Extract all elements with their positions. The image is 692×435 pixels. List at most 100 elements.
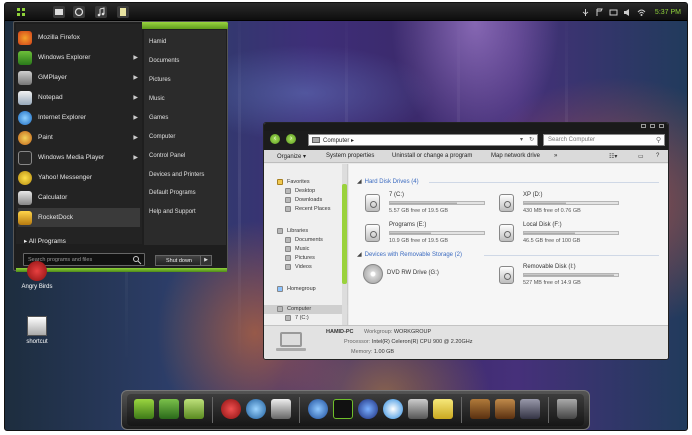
preview-pane-icon[interactable]: ▭ <box>638 153 644 160</box>
program-internet-explorer[interactable]: Internet Explorer ▶ <box>18 108 140 127</box>
globe-icon[interactable] <box>308 399 328 419</box>
address-dropdown-icon[interactable]: ▾ <box>520 136 523 143</box>
program-windows-media-player[interactable]: Windows Media Player ▶ <box>18 148 140 167</box>
desktop-icon[interactable] <box>134 399 154 419</box>
program-notepad[interactable]: Notepad ▶ <box>18 88 140 107</box>
close-button[interactable] <box>659 124 664 128</box>
drive-free-space: 46.5 GB free of 100 GB <box>523 238 581 244</box>
group-removable-storage[interactable]: ◢ Devices with Removable Storage (2) <box>357 251 462 258</box>
drive-free-space: 10.9 GB free of 19.5 GB <box>389 238 449 244</box>
drive-d[interactable]: XP (D:) 430 MB free of 0.76 GB <box>499 192 639 224</box>
program-windows-explorer[interactable]: Windows Explorer ▶ <box>18 48 140 67</box>
shutdown-button[interactable]: Shut down ▶ <box>155 255 212 266</box>
nav-recent-places[interactable]: Recent Places <box>264 205 348 214</box>
minimize-button[interactable] <box>641 124 646 128</box>
address-bar[interactable]: Computer ▸ ▾ ↻ <box>308 134 538 146</box>
system-properties-button[interactable]: System properties <box>326 153 374 159</box>
flag-icon[interactable] <box>595 8 604 17</box>
link-documents[interactable]: Documents <box>149 58 179 64</box>
uninstall-program-button[interactable]: Uninstall or change a program <box>392 153 472 159</box>
nav-homegroup[interactable]: Homegroup <box>264 285 348 294</box>
notes-icon[interactable] <box>433 399 453 419</box>
home-folder-icon[interactable] <box>159 399 179 419</box>
map-network-drive-button[interactable]: Map network drive <box>491 153 540 159</box>
nav-favorites[interactable]: Favorites <box>264 178 348 187</box>
ie-icon[interactable] <box>73 6 85 18</box>
drive-usage-bar <box>523 273 619 277</box>
angry-birds-icon[interactable] <box>221 399 241 419</box>
link-control-panel[interactable]: Control Panel <box>149 153 185 159</box>
link-default-programs[interactable]: Default Programs <box>149 190 196 196</box>
control-panel-icon[interactable] <box>408 399 428 419</box>
hard-drive-icon <box>365 194 380 212</box>
program-label: Paint <box>38 134 53 141</box>
scrollbar-thumb[interactable] <box>342 184 347 284</box>
organize-button[interactable]: Organize ▾ <box>277 153 306 160</box>
steering-icon[interactable] <box>246 399 266 419</box>
program-calculator[interactable]: Calculator <box>18 188 140 207</box>
search-icon[interactable] <box>132 255 142 265</box>
view-options-icon[interactable]: ☷▾ <box>609 153 617 160</box>
workgroup-value: WORKGROUP <box>393 329 432 335</box>
back-button[interactable]: ‹ <box>270 134 280 144</box>
refresh-icon[interactable]: ↻ <box>529 136 534 143</box>
browser-icon[interactable] <box>383 399 403 419</box>
help-icon[interactable]: ? <box>656 153 659 159</box>
link-music[interactable]: Music <box>149 96 165 102</box>
forward-button[interactable]: › <box>286 134 296 144</box>
monitor-icon[interactable] <box>520 399 540 419</box>
more-commands-button[interactable]: » <box>554 153 557 159</box>
drive-c[interactable]: 7 (C:) 5.57 GB free of 19.5 GB <box>365 192 505 224</box>
link-games[interactable]: Games <box>149 115 168 121</box>
nav-desktop[interactable]: Desktop <box>264 187 348 196</box>
drive-f[interactable]: Local Disk (F:) 46.5 GB free of 100 GB <box>499 222 639 254</box>
drive-removable-i[interactable]: Removable Disk (I:) 527 MB free of 14.9 … <box>499 264 639 296</box>
usb-icon[interactable] <box>581 8 590 17</box>
program-firefox[interactable]: Mozilla Firefox <box>18 28 140 47</box>
coffee-icon[interactable] <box>470 399 490 419</box>
desktop-icon-angry-birds[interactable]: Angry Birds <box>17 261 57 290</box>
link-help-support[interactable]: Help and Support <box>149 209 196 215</box>
shutdown-options-button[interactable]: ▶ <box>200 256 211 265</box>
nav-documents[interactable]: Documents <box>264 236 348 245</box>
maximize-button[interactable] <box>650 124 655 128</box>
nav-scrollbar[interactable] <box>342 164 347 325</box>
search-icon[interactable]: ⚲ <box>656 136 661 144</box>
link-pictures[interactable]: Pictures <box>149 77 171 83</box>
program-rocketdock[interactable]: RocketDock <box>18 208 140 227</box>
nav-videos[interactable]: Videos <box>264 263 348 272</box>
nav-music[interactable]: Music <box>264 245 348 254</box>
folder-icon[interactable] <box>53 6 65 18</box>
nav-computer[interactable]: Computer <box>264 305 348 314</box>
program-gmplayer[interactable]: GMPlayer ▶ <box>18 68 140 87</box>
group-hard-disk-drives[interactable]: ◢ Hard Disk Drives (4) <box>357 178 419 185</box>
wifi-icon[interactable] <box>637 8 646 17</box>
link-computer[interactable]: Computer <box>149 134 175 140</box>
navigation-pane: Favorites Desktop Downloads Recent Place… <box>264 164 348 325</box>
nav-downloads[interactable]: Downloads <box>264 196 348 205</box>
media-player-icon[interactable] <box>333 399 353 419</box>
coffee2-icon[interactable] <box>495 399 515 419</box>
trash-icon[interactable] <box>557 399 577 419</box>
drive-dvd-g[interactable]: DVD RW Drive (G:) <box>363 264 503 292</box>
nav-drive-c[interactable]: 7 (C:) <box>264 314 348 323</box>
volume-icon[interactable] <box>623 8 632 17</box>
link-hamid[interactable]: Hamid <box>149 39 166 45</box>
program-paint[interactable]: Paint ▶ <box>18 128 140 147</box>
nav-pictures[interactable]: Pictures <box>264 254 348 263</box>
drive-e[interactable]: Programs (E:) 10.9 GB free of 19.5 GB <box>365 222 505 254</box>
link-devices-printers[interactable]: Devices and Printers <box>149 172 204 178</box>
notes-icon[interactable] <box>117 6 129 18</box>
network-icon[interactable] <box>609 8 618 17</box>
clock[interactable]: 5:37 PM <box>655 9 681 16</box>
start-icon[interactable] <box>15 6 27 18</box>
desktop-icon-shortcut[interactable]: shortcut <box>17 316 57 345</box>
disc-icon[interactable] <box>358 399 378 419</box>
program-yahoo-messenger[interactable]: Yahoo! Messenger <box>18 168 140 187</box>
all-programs[interactable]: ▸ All Programs <box>24 237 66 245</box>
files-icon[interactable] <box>184 399 204 419</box>
camera-icon[interactable] <box>271 399 291 419</box>
search-input[interactable]: Search Computer ⚲ <box>543 134 665 146</box>
music-icon[interactable] <box>95 6 107 18</box>
nav-libraries[interactable]: Libraries <box>264 227 348 236</box>
